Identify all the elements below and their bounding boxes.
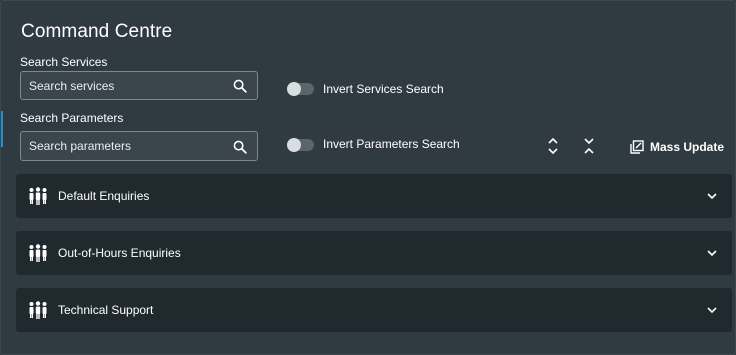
invert-services-toggle[interactable]	[287, 82, 314, 96]
invert-parameters-toggle[interactable]	[287, 138, 314, 152]
search-icon[interactable]	[233, 79, 247, 93]
accordion-out-of-hours-enquiries[interactable]: Out-of-Hours Enquiries	[16, 231, 732, 275]
search-parameters-input[interactable]	[29, 132, 229, 160]
command-centre-panel: Command Centre Search Services Invert Se…	[0, 0, 736, 355]
search-services-label: Search Services	[20, 55, 108, 69]
toggle-knob	[287, 82, 301, 96]
chevron-down-icon	[707, 250, 717, 257]
collapse-all-icon[interactable]	[582, 137, 596, 155]
people-icon	[29, 301, 47, 319]
search-icon[interactable]	[233, 140, 247, 154]
chevron-down-icon	[707, 193, 717, 200]
focus-accent-bar	[1, 111, 3, 147]
people-icon	[29, 244, 47, 262]
accordion-label: Out-of-Hours Enquiries	[58, 246, 181, 260]
accordion-label: Technical Support	[58, 303, 154, 317]
toggle-knob	[287, 138, 301, 152]
invert-services-label: Invert Services Search	[323, 82, 444, 96]
expand-all-icon[interactable]	[546, 137, 560, 155]
people-icon	[29, 187, 47, 205]
accordion-technical-support[interactable]: Technical Support	[16, 288, 732, 332]
accordion-label: Default Enquiries	[58, 189, 150, 203]
accordion-default-enquiries[interactable]: Default Enquiries	[16, 174, 732, 218]
chevron-down-icon	[707, 307, 717, 314]
search-services-input[interactable]	[29, 72, 229, 99]
search-services-box	[20, 71, 258, 100]
search-parameters-label: Search Parameters	[20, 111, 124, 125]
mass-update-button[interactable]: Mass Update	[630, 138, 724, 156]
edit-copy-icon	[630, 140, 644, 154]
page-title: Command Centre	[21, 21, 173, 42]
mass-update-label: Mass Update	[650, 140, 725, 154]
invert-parameters-label: Invert Parameters Search	[323, 137, 460, 151]
search-parameters-box	[20, 131, 258, 161]
